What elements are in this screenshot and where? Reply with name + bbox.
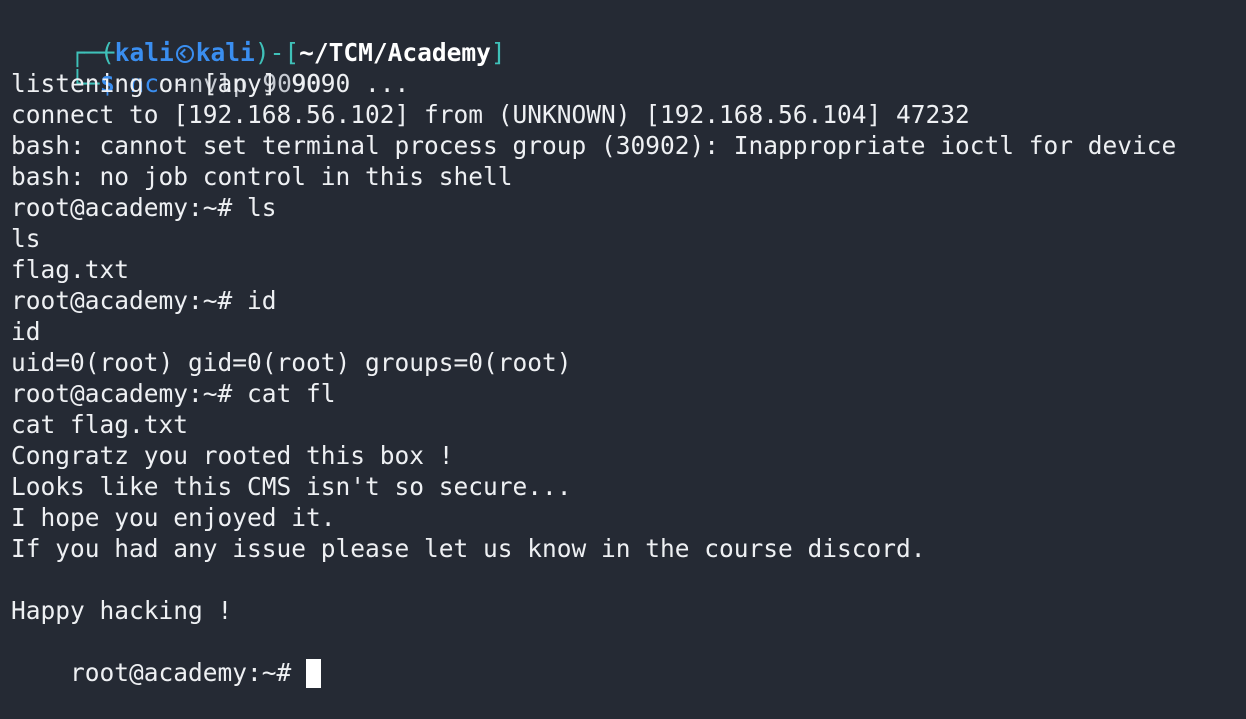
output-line: flag.txt [11, 255, 130, 284]
active-prompt-line[interactable]: root@academy:~# [11, 626, 1246, 688]
output-line: connect to [192.168.56.102] from (UNKNOW… [11, 100, 970, 129]
output-line: ls [11, 224, 41, 253]
output-line: Looks like this CMS isn't so secure... [11, 472, 572, 501]
prompt-user: kali [114, 38, 174, 67]
output-line: cat flag.txt [11, 410, 189, 439]
output-line: Happy hacking ! [11, 596, 233, 625]
prompt-corner-top: ┌── [70, 38, 115, 67]
prompt-close-bracket: ] [490, 38, 506, 67]
output-line: id [11, 317, 41, 346]
output-line: uid=0(root) gid=0(root) groups=0(root) [11, 348, 572, 377]
prompt-header-line: ┌──(kali kali)-[~/TCM/Academy] [11, 6, 1246, 67]
output-line: root@academy:~# cat fl [11, 379, 336, 408]
terminal-window[interactable]: ┌──(kali kali)-[~/TCM/Academy] └─$ nc -nv… [0, 0, 1246, 692]
prompt-close-paren: ) [254, 38, 270, 67]
output-line: If you had any issue please let us know … [11, 534, 926, 563]
kali-dragon-icon [175, 45, 194, 63]
prompt-open-bracket: [ [284, 38, 300, 67]
output-line: listening on [any] 9090 ... [11, 69, 410, 98]
output-line: root@academy:~# ls [11, 193, 277, 222]
output-line: I hope you enjoyed it. [11, 503, 336, 532]
block-cursor[interactable] [306, 659, 322, 688]
prompt-dash: - [269, 38, 285, 67]
prompt-path: ~/TCM/Academy [299, 38, 491, 67]
output-line: bash: no job control in this shell [11, 162, 513, 191]
prompt-host: kali [195, 38, 255, 67]
output-line: root@academy:~# id [11, 286, 277, 315]
output-line: Congratz you rooted this box ! [11, 441, 454, 470]
active-prompt: root@academy:~# [70, 658, 307, 687]
prompt-open-paren: ( [100, 38, 115, 67]
output-line: bash: cannot set terminal process group … [11, 131, 1177, 160]
